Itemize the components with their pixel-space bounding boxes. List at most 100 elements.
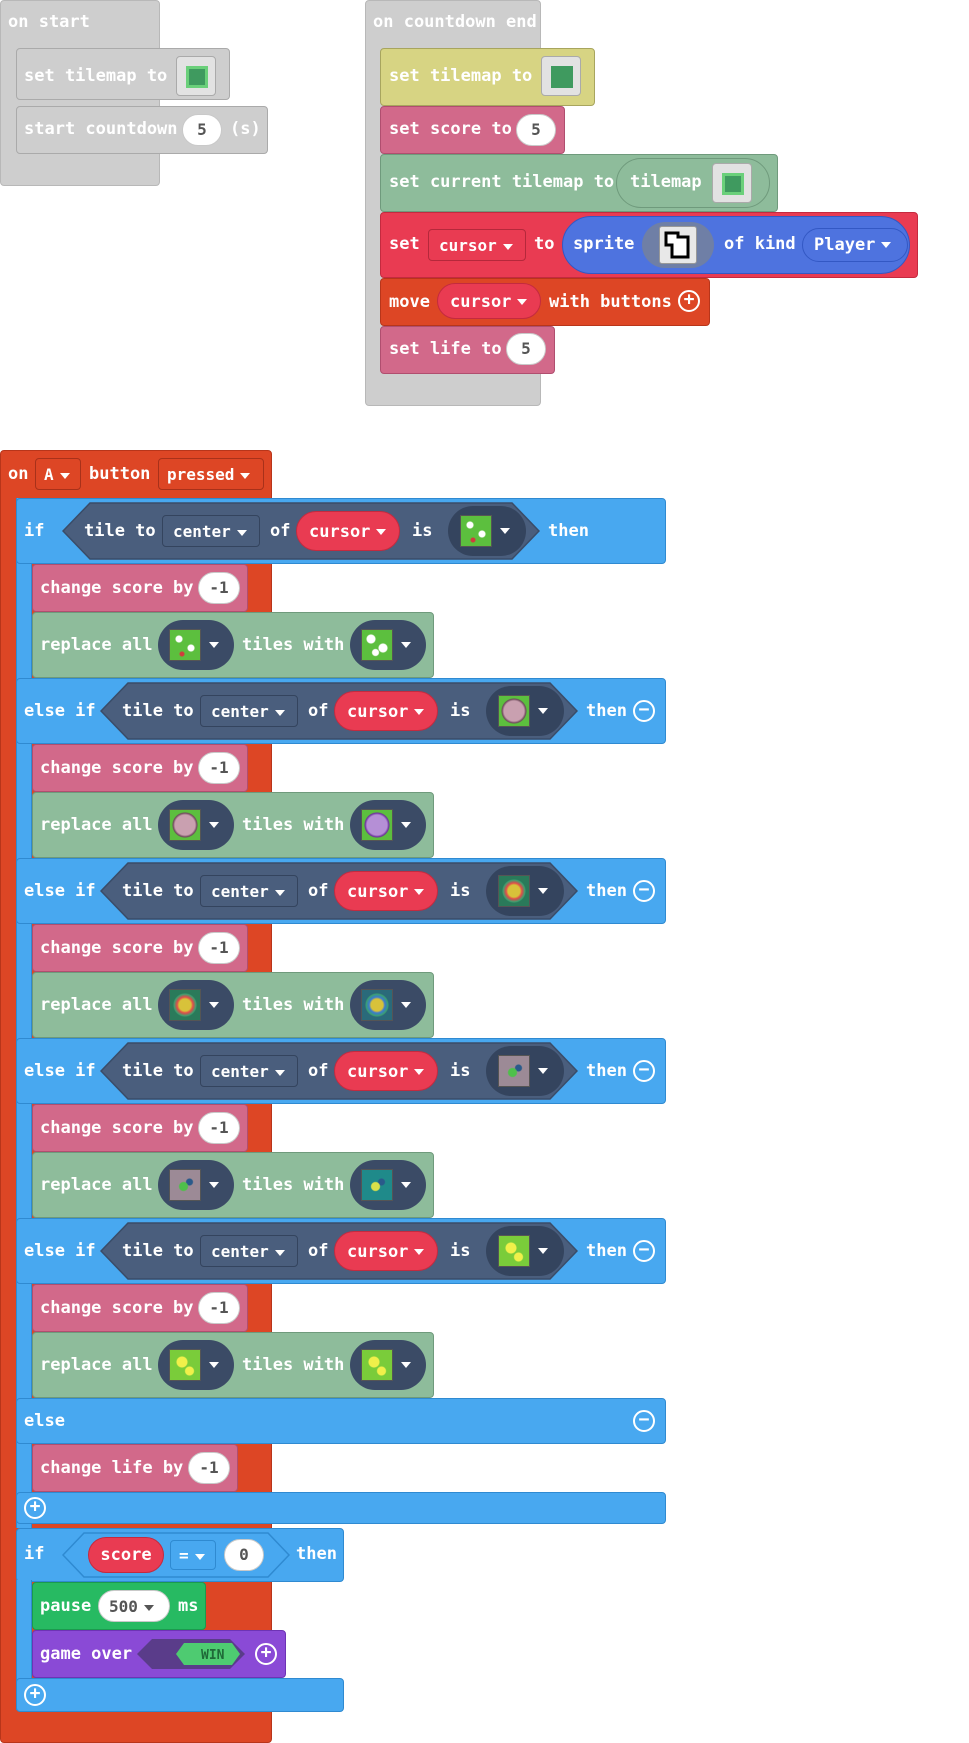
set-word: set [389,234,420,254]
cursor-variable-text: cursor [347,1062,409,1082]
replace-all-label: replace all [40,815,153,835]
cursor-variable-text: cursor [450,292,512,312]
event-dropdown[interactable]: pressed [158,458,264,490]
chevron-down-icon [401,1362,411,1368]
compare-value-field[interactable]: 0 [224,1539,264,1571]
tile-to-label: tile to [122,1061,194,1081]
if-score-footer [16,1678,344,1712]
chevron-down-icon [538,1248,548,1254]
set-life-label: set life to [389,339,502,359]
tilemap-thumbnail-3[interactable] [712,163,752,203]
chevron-down-icon [414,1069,425,1075]
set-score-label: set score to [389,119,512,139]
pause-value-text: 500 [109,1597,138,1616]
add-icon[interactable]: + [255,1643,277,1665]
change-score-label: change score by [40,758,194,778]
change-value-field[interactable]: -1 [198,1112,240,1144]
tiles-with-label: tiles with [242,1175,345,1195]
of-word: of [308,1061,329,1081]
change-value-field[interactable]: -1 [198,932,240,964]
remove-branch-icon[interactable]: − [633,700,655,722]
chevron-down-icon [209,1182,219,1188]
tile-rock-purple-image [361,809,393,841]
to-word: to [534,234,555,254]
center-dropdown[interactable]: center [200,695,298,727]
score-variable-pill[interactable]: score [88,1537,164,1573]
cursor-variable-pill[interactable]: cursor [334,1231,438,1271]
tile-bush-image [498,875,530,907]
tilemap-word: tilemap [630,172,702,192]
chevron-down-icon [59,472,70,479]
win-boolean-slot[interactable] [136,1638,246,1670]
tile-to-label: tile to [122,1241,194,1261]
tile-flowers-image [460,515,492,547]
tiles-with-label: tiles with [242,635,345,655]
remove-branch-icon[interactable]: − [633,880,655,902]
chevron-down-icon [401,1182,411,1188]
tile-leaves-yellow-2-image [361,1349,393,1381]
if-word: if [24,1544,45,1564]
life-value-field[interactable]: 5 [506,333,546,365]
change-score-label: change score by [40,1298,194,1318]
button-dropdown[interactable]: A [35,458,81,490]
change-life-label: change life by [40,1458,184,1478]
add-icon[interactable]: + [24,1497,46,1519]
operator-dropdown[interactable]: = [170,1540,216,1570]
tile-sprout-gray-image [498,1055,530,1087]
remove-branch-icon[interactable]: − [633,1060,655,1082]
tile-sprout-teal-image [361,1169,393,1201]
replace-all-label: replace all [40,1355,153,1375]
change-value-field[interactable]: -1 [198,572,240,604]
chevron-down-icon [881,242,892,248]
cursor-variable-pill[interactable]: cursor [334,1051,438,1091]
center-dropdown[interactable]: center [162,515,260,547]
add-icon[interactable]: + [24,1684,46,1706]
center-dropdown[interactable]: center [200,1235,298,1267]
event-value-text: pressed [167,465,235,484]
countdown-value-field[interactable]: 5 [182,114,222,146]
on-word: on [8,464,29,484]
of-word: of [270,521,291,541]
else-header[interactable] [16,1398,666,1444]
cursor-variable-text: cursor [347,702,409,722]
pause-value-dropdown[interactable]: 500 [98,1590,170,1622]
chevron-down-icon [538,708,548,714]
cursor-variable-pill[interactable]: cursor [334,871,438,911]
of-word: of [308,701,329,721]
start-countdown-label: start countdown [24,119,178,139]
cursor-variable-dropdown[interactable]: cursor [428,229,526,261]
chevron-down-icon [274,1249,285,1256]
change-value-field[interactable]: -1 [198,1292,240,1324]
chevron-down-icon [194,1553,205,1560]
on-start-label: on start [8,12,90,32]
cursor-variable-pill[interactable]: cursor [296,511,400,551]
center-text: center [211,882,269,901]
remove-branch-icon[interactable]: − [633,1410,655,1432]
tile-to-label: tile to [84,521,156,541]
tile-to-label: tile to [122,881,194,901]
life-change-field[interactable]: -1 [188,1452,230,1484]
tilemap-thumbnail[interactable] [176,56,216,96]
change-value-field[interactable]: -1 [198,752,240,784]
is-word: is [412,521,433,541]
center-dropdown[interactable]: center [200,875,298,907]
tiles-with-label: tiles with [242,815,345,835]
cursor-variable-text: cursor [309,522,371,542]
center-dropdown[interactable]: center [200,1055,298,1087]
score-value-field[interactable]: 5 [516,114,556,146]
chevron-down-icon [414,709,425,715]
chevron-down-icon [236,529,247,536]
tilemap-thumbnail-2[interactable] [541,56,581,96]
cursor-variable-pill[interactable]: cursor [334,691,438,731]
cursor-sprite-image[interactable] [659,226,697,264]
if-chain-side [16,498,32,1528]
add-icon[interactable]: + [678,290,700,312]
cursor-variable-text: cursor [347,882,409,902]
then-word: then [548,521,589,541]
tile-to-label: tile to [122,701,194,721]
chevron-down-icon [414,889,425,895]
cursor-variable-pill[interactable]: cursor [437,283,541,319]
pause-word: pause [40,1596,92,1616]
chevron-down-icon [209,822,219,828]
remove-branch-icon[interactable]: − [633,1240,655,1262]
